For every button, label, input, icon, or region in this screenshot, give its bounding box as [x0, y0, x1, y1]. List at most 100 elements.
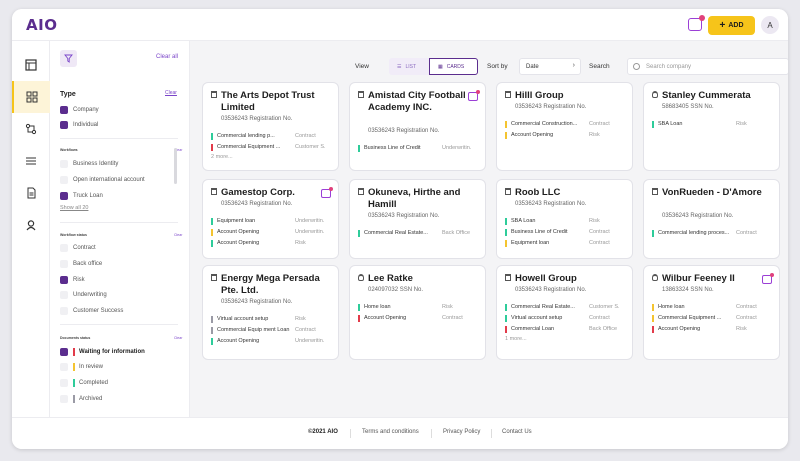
checkbox-underwriting[interactable]: [60, 291, 68, 299]
checkbox-in-review[interactable]: [60, 363, 68, 371]
workflow-row[interactable]: Account Opening Underwritin.: [211, 336, 335, 346]
checkbox-company[interactable]: [60, 106, 68, 114]
workflow-row[interactable]: Commercial Equip ment Loan Contract: [211, 325, 335, 335]
avatar[interactable]: A: [761, 16, 779, 34]
add-button[interactable]: + ADD: [708, 16, 755, 35]
filter-option-waiting[interactable]: Waiting for information: [60, 347, 145, 357]
checkbox-archived[interactable]: [60, 395, 68, 403]
workflow-row[interactable]: Business Line of Credit Underwritin.: [358, 143, 482, 153]
company-card[interactable]: VonRueden - D'Amore 03536243 Registration…: [643, 179, 780, 259]
filter-workflow-status-clear[interactable]: Clear: [174, 233, 182, 237]
rail-documents[interactable]: [12, 177, 50, 209]
filter-option-open-international[interactable]: Open international account: [60, 175, 145, 185]
workflows-scrollbar[interactable]: [174, 148, 177, 184]
status-color-bar: [505, 131, 507, 139]
checkbox-risk[interactable]: [60, 276, 68, 284]
company-card[interactable]: Stanley Cummerata 58683405 SSN No. SBA Loa…: [643, 82, 780, 171]
company-card[interactable]: Hilll Group 03536243 Registration No. Comm…: [496, 82, 633, 171]
checkbox-waiting[interactable]: [60, 348, 68, 356]
filter-option-risk[interactable]: Risk: [60, 275, 85, 285]
card-registration: 58683405 SSN No.: [662, 104, 714, 110]
filter-option-completed[interactable]: Completed: [60, 378, 108, 388]
view-cards-button[interactable]: ▦ CARDS: [429, 58, 478, 75]
workflow-row[interactable]: Commercial Real Estate... Back Office: [358, 228, 482, 238]
workflow-row[interactable]: Commercial Equipment ... Customer S.: [211, 142, 335, 152]
filter-option-in-review[interactable]: In review: [60, 362, 103, 372]
chat-icon[interactable]: [321, 187, 333, 198]
footer-terms-link[interactable]: Terms and conditions: [362, 429, 419, 435]
workflow-row[interactable]: Account Opening Contract: [358, 313, 482, 323]
workflow-row[interactable]: Account Opening Risk: [211, 238, 335, 248]
workflow-row[interactable]: Commercial Real Estate... Customer S.: [505, 302, 629, 312]
filter-option-customer-success[interactable]: Customer Success: [60, 306, 123, 316]
filter-option-underwriting[interactable]: Underwriting: [60, 290, 107, 300]
filter-icon[interactable]: [60, 50, 77, 67]
search-input[interactable]: Search company: [627, 58, 788, 75]
chat-icon[interactable]: [468, 90, 480, 101]
card-title: Okuneva, Hirthe and Hamill: [368, 187, 461, 210]
workflow-row[interactable]: Equipment loan Contract: [505, 238, 629, 248]
sort-select[interactable]: Date ›: [519, 58, 581, 75]
workflow-row[interactable]: Commercial Loan Back Office: [505, 324, 629, 334]
filter-option-back-office[interactable]: Back office: [60, 259, 102, 269]
company-card[interactable]: Gamestop Corp. 03536243 Registration No. E…: [202, 179, 339, 259]
rail-workflows[interactable]: [12, 113, 50, 145]
checkbox-back-office[interactable]: [60, 260, 68, 268]
checkbox-individual[interactable]: [60, 121, 68, 129]
checkbox-open-international[interactable]: [60, 176, 68, 184]
company-card[interactable]: Lee Ratke 024097032 SSN No. Home loan Risk A…: [349, 265, 486, 360]
show-all-workflows-link[interactable]: Show all 20: [60, 205, 88, 211]
workflow-row[interactable]: Account Opening Underwritin.: [211, 227, 335, 237]
workflow-row[interactable]: Account Opening Risk: [505, 130, 629, 140]
company-card[interactable]: Roob LLC 03536243 Registration No. SBA Loa…: [496, 179, 633, 259]
workflow-row[interactable]: Account Opening Risk: [652, 324, 776, 334]
rail-dashboard[interactable]: [12, 49, 50, 81]
workflow-row[interactable]: SBA Loan Risk: [505, 216, 629, 226]
checkbox-truck-loan[interactable]: [60, 192, 68, 200]
company-card[interactable]: Okuneva, Hirthe and Hamill 03536243 Regis…: [349, 179, 486, 259]
card-title: The Arts Depot Trust Limited: [221, 90, 315, 113]
more-link[interactable]: 2 more...: [211, 154, 233, 160]
workflow-row[interactable]: Commercial lending proces... Contract: [652, 228, 776, 238]
grid-icon: [26, 91, 38, 103]
checkbox-customer-success[interactable]: [60, 307, 68, 315]
filter-option-truck-loan[interactable]: Truck Loan: [60, 191, 103, 201]
footer-privacy-link[interactable]: Privacy Policy: [443, 429, 480, 435]
filter-type-clear[interactable]: Clear: [165, 90, 177, 96]
company-card[interactable]: Wilbur Feeney II 13863324 SSN No. Home loa…: [643, 265, 780, 360]
clear-all-link[interactable]: Clear all: [156, 54, 178, 60]
workflow-row[interactable]: Equipment loan Underwritin.: [211, 216, 335, 226]
workflow-row[interactable]: SBA Loan Risk: [652, 119, 776, 129]
checkbox-business-identity[interactable]: [60, 160, 68, 168]
rail-cards[interactable]: [12, 81, 50, 113]
workflow-name: Commercial Real Estate...: [511, 304, 575, 310]
filter-documents-status-clear[interactable]: Clear: [174, 336, 182, 340]
workflow-row[interactable]: Business Line of Credit Contract: [505, 227, 629, 237]
company-card[interactable]: Howell Group 03536243 Registration No. Com…: [496, 265, 633, 360]
more-link[interactable]: 1 more...: [505, 336, 527, 342]
workflow-row[interactable]: Commercial Equipment ... Contract: [652, 313, 776, 323]
chat-notification-icon[interactable]: [688, 15, 705, 31]
chat-icon[interactable]: [762, 273, 774, 284]
filter-option-company[interactable]: Company: [60, 105, 99, 115]
checkbox-contract[interactable]: [60, 244, 68, 252]
footer-contact-link[interactable]: Contact Us: [502, 429, 532, 435]
filter-option-contract[interactable]: Contract: [60, 243, 96, 253]
workflow-row[interactable]: Home loan Contract: [652, 302, 776, 312]
company-card[interactable]: The Arts Depot Trust Limited 03536243 Reg…: [202, 82, 339, 171]
company-card[interactable]: Energy Mega Persada Pte. Ltd. 03536243 Re…: [202, 265, 339, 360]
filter-option-archived[interactable]: Archived: [60, 394, 102, 404]
filter-option-business-identity[interactable]: Business Identity: [60, 159, 118, 169]
workflow-row[interactable]: Virtual account setup Contract: [505, 313, 629, 323]
workflow-row[interactable]: Commercial lending p... Contract: [211, 131, 335, 141]
checkbox-completed[interactable]: [60, 379, 68, 387]
rail-list[interactable]: [12, 145, 50, 177]
workflow-row[interactable]: Home loan Risk: [358, 302, 482, 312]
workflow-row[interactable]: Commercial Construction... Contract: [505, 119, 629, 129]
workflow-row[interactable]: Virtual account setup Risk: [211, 314, 335, 324]
status-color-bar: [505, 314, 507, 322]
view-list-button[interactable]: ☰ LIST: [389, 58, 429, 75]
rail-users[interactable]: [12, 209, 50, 241]
filter-option-individual[interactable]: Individual: [60, 120, 98, 130]
company-card[interactable]: Amistad City Football Academy INC. 035362…: [349, 82, 486, 171]
